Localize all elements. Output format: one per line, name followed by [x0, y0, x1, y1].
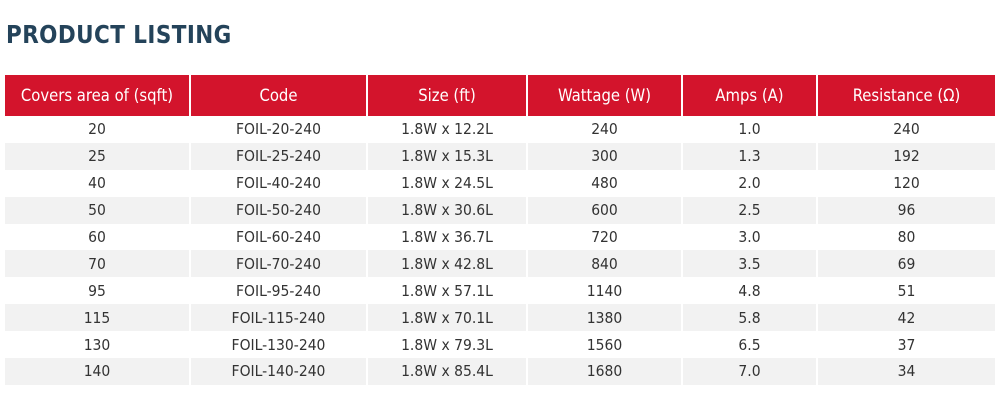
covers-area-cell: 130 [5, 331, 191, 359]
covers-area-cell: 140 [5, 358, 191, 385]
size-cell: 1.8W x 57.1L [367, 277, 528, 305]
amps-cell: 3.0 [682, 223, 818, 251]
amps-cell: 7.0 [682, 358, 818, 385]
table-row: 140 FOIL-140-240 1.8W x 85.4L 1680 7.0 34 [5, 358, 995, 385]
size-cell: 1.8W x 24.5L [367, 169, 528, 197]
amps-cell: 2.0 [682, 169, 818, 197]
resistance-cell: 37 [817, 331, 995, 359]
product-listing-table: Covers area of (sqft) Code Size (ft) Wat… [5, 75, 995, 385]
size-cell: 1.8W x 42.8L [367, 250, 528, 278]
header-code: Code [190, 75, 368, 116]
wattage-cell: 300 [527, 142, 683, 170]
size-cell: 1.8W x 12.2L [367, 116, 528, 143]
header-resistance: Resistance (Ω) [817, 75, 995, 116]
size-cell: 1.8W x 85.4L [367, 358, 528, 385]
resistance-cell: 120 [817, 169, 995, 197]
page-title: PRODUCT LISTING [6, 20, 232, 49]
header-size: Size (ft) [367, 75, 528, 116]
code-cell: FOIL-40-240 [190, 169, 368, 197]
table-row: 50 FOIL-50-240 1.8W x 30.6L 600 2.5 96 [5, 196, 995, 224]
amps-cell: 2.5 [682, 196, 818, 224]
size-cell: 1.8W x 15.3L [367, 142, 528, 170]
resistance-cell: 192 [817, 142, 995, 170]
code-cell: FOIL-25-240 [190, 142, 368, 170]
code-cell: FOIL-60-240 [190, 223, 368, 251]
wattage-cell: 1680 [527, 358, 683, 385]
covers-area-cell: 70 [5, 250, 191, 278]
size-cell: 1.8W x 30.6L [367, 196, 528, 224]
header-amps: Amps (A) [682, 75, 818, 116]
amps-cell: 1.3 [682, 142, 818, 170]
code-cell: FOIL-20-240 [190, 116, 368, 143]
wattage-cell: 480 [527, 169, 683, 197]
amps-cell: 3.5 [682, 250, 818, 278]
code-cell: FOIL-115-240 [190, 304, 368, 332]
wattage-cell: 240 [527, 116, 683, 143]
covers-area-cell: 60 [5, 223, 191, 251]
resistance-cell: 240 [817, 116, 995, 143]
table-body: 20 FOIL-20-240 1.8W x 12.2L 240 1.0 240 25 FOIL… [5, 116, 995, 385]
wattage-cell: 840 [527, 250, 683, 278]
covers-area-cell: 25 [5, 142, 191, 170]
wattage-cell: 1560 [527, 331, 683, 359]
resistance-cell: 51 [817, 277, 995, 305]
resistance-cell: 96 [817, 196, 995, 224]
table-row: 95 FOIL-95-240 1.8W x 57.1L 1140 4.8 51 [5, 277, 995, 305]
covers-area-cell: 40 [5, 169, 191, 197]
code-cell: FOIL-130-240 [190, 331, 368, 359]
wattage-cell: 720 [527, 223, 683, 251]
size-cell: 1.8W x 36.7L [367, 223, 528, 251]
code-cell: FOIL-140-240 [190, 358, 368, 385]
header-row: Covers area of (sqft) Code Size (ft) Wat… [5, 75, 995, 116]
resistance-cell: 69 [817, 250, 995, 278]
covers-area-cell: 115 [5, 304, 191, 332]
resistance-cell: 42 [817, 304, 995, 332]
wattage-cell: 1140 [527, 277, 683, 305]
code-cell: FOIL-70-240 [190, 250, 368, 278]
table-row: 130 FOIL-130-240 1.8W x 79.3L 1560 6.5 37 [5, 331, 995, 359]
table-row: 115 FOIL-115-240 1.8W x 70.1L 1380 5.8 42 [5, 304, 995, 332]
covers-area-cell: 95 [5, 277, 191, 305]
table-row: 60 FOIL-60-240 1.8W x 36.7L 720 3.0 80 [5, 223, 995, 251]
resistance-cell: 34 [817, 358, 995, 385]
header-wattage: Wattage (W) [527, 75, 683, 116]
size-cell: 1.8W x 70.1L [367, 304, 528, 332]
amps-cell: 6.5 [682, 331, 818, 359]
table-row: 25 FOIL-25-240 1.8W x 15.3L 300 1.3 192 [5, 142, 995, 170]
covers-area-cell: 50 [5, 196, 191, 224]
table-row: 40 FOIL-40-240 1.8W x 24.5L 480 2.0 120 [5, 169, 995, 197]
amps-cell: 5.8 [682, 304, 818, 332]
wattage-cell: 1380 [527, 304, 683, 332]
wattage-cell: 600 [527, 196, 683, 224]
amps-cell: 1.0 [682, 116, 818, 143]
code-cell: FOIL-50-240 [190, 196, 368, 224]
resistance-cell: 80 [817, 223, 995, 251]
code-cell: FOIL-95-240 [190, 277, 368, 305]
size-cell: 1.8W x 79.3L [367, 331, 528, 359]
amps-cell: 4.8 [682, 277, 818, 305]
header-covers-area: Covers area of (sqft) [5, 75, 191, 116]
table-header: Covers area of (sqft) Code Size (ft) Wat… [5, 75, 995, 116]
table-row: 20 FOIL-20-240 1.8W x 12.2L 240 1.0 240 [5, 116, 995, 143]
covers-area-cell: 20 [5, 116, 191, 143]
table-row: 70 FOIL-70-240 1.8W x 42.8L 840 3.5 69 [5, 250, 995, 278]
